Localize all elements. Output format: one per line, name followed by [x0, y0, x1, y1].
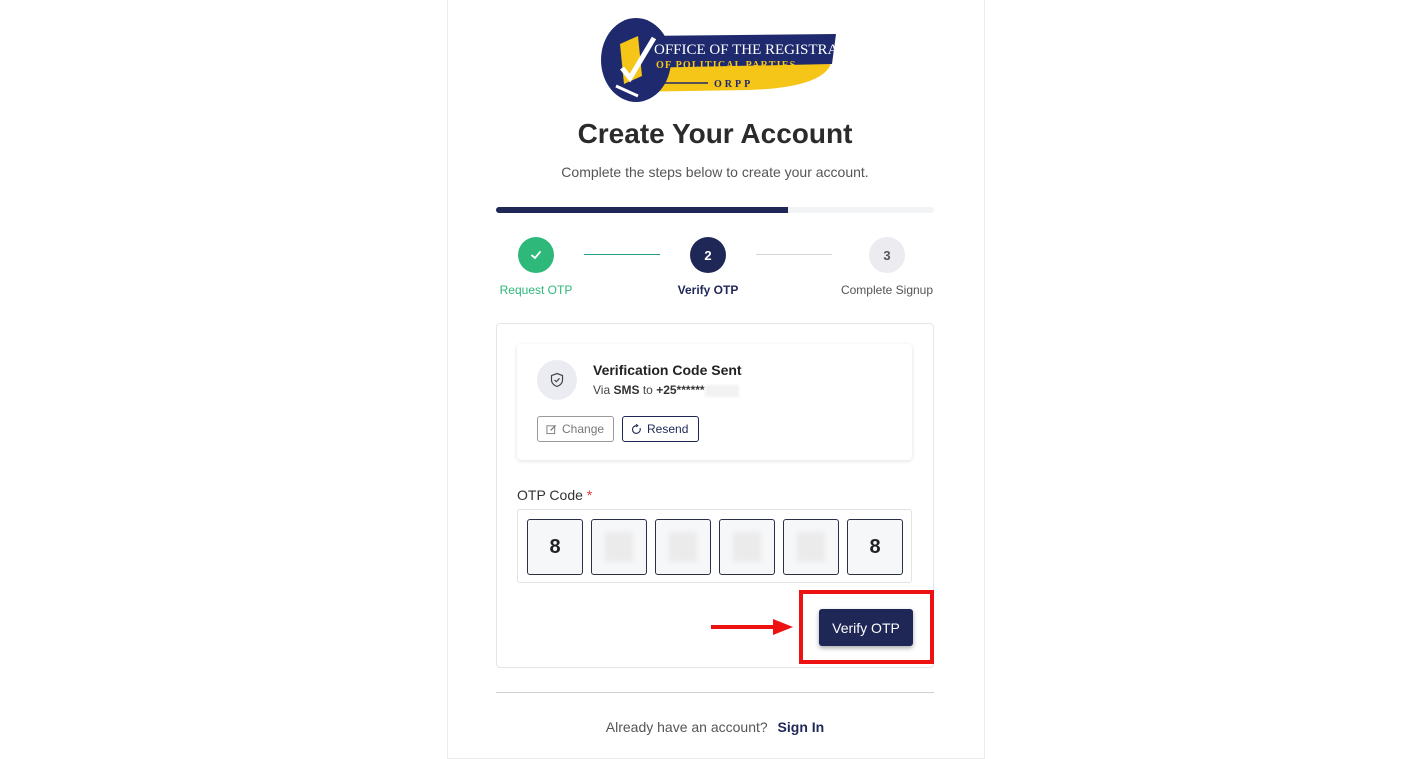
otp-digit-redacted: [669, 532, 697, 562]
sms-method: SMS: [613, 383, 640, 397]
footer-prompt: Already have an account?: [605, 719, 768, 735]
via-prefix: Via: [593, 383, 611, 397]
phone-number: +25******: [656, 383, 705, 397]
step-2-label: Verify OTP: [677, 283, 739, 297]
pointer-arrow-icon: [711, 619, 793, 635]
step-2-circle: 2: [690, 237, 726, 273]
required-asterisk: *: [586, 487, 593, 503]
page-subtitle: Complete the steps below to create your …: [561, 164, 869, 180]
otp-digit-redacted: [797, 532, 825, 562]
refresh-icon: [631, 423, 641, 434]
verification-subtitle: Via SMS to +25******: [593, 383, 739, 397]
otp-digit-1[interactable]: 8: [527, 519, 583, 575]
step-1-circle: [518, 237, 554, 273]
sign-in-link[interactable]: Sign In: [778, 719, 825, 735]
logo-line2: OF POLITICAL PARTIES: [656, 60, 796, 71]
shield-icon: [550, 372, 564, 388]
verification-title: Verification Code Sent: [593, 362, 742, 378]
orpp-logo: OFFICE OF THE REGISTRAR OF POLITICAL PAR…: [601, 18, 836, 102]
progress-bar: [496, 207, 934, 213]
logo-abbr: ORPP: [714, 79, 753, 90]
footer-divider: [496, 692, 934, 693]
resend-label: Resend: [647, 422, 689, 436]
otp-digit-redacted: [605, 532, 633, 562]
change-button[interactable]: Change: [537, 416, 614, 442]
otp-label-text: OTP Code: [517, 487, 583, 503]
edit-icon: [546, 424, 557, 434]
otp-digit-3[interactable]: [655, 519, 711, 575]
step-connector-2: [756, 254, 832, 255]
check-icon: [531, 251, 541, 260]
step-3-label: Complete Signup: [840, 283, 934, 297]
otp-label: OTP Code *: [517, 487, 592, 503]
otp-digit-5[interactable]: [783, 519, 839, 575]
footer: Already have an account? Sign In: [447, 719, 983, 735]
otp-digit-4[interactable]: [719, 519, 775, 575]
step-connector-1: [584, 254, 660, 255]
to-word: to: [642, 383, 653, 397]
logo-line1: OFFICE OF THE REGISTRAR: [654, 42, 836, 58]
resend-button[interactable]: Resend: [622, 416, 699, 442]
otp-digit-6[interactable]: 8: [847, 519, 903, 575]
step-3-circle: 3: [869, 237, 905, 273]
phone-redacted: [704, 384, 739, 397]
change-label: Change: [562, 422, 605, 436]
verify-otp-button[interactable]: Verify OTP: [819, 609, 913, 646]
page-title: Create Your Account: [577, 118, 853, 149]
step-1-label: Request OTP: [499, 283, 573, 297]
otp-digit-redacted: [733, 532, 761, 562]
otp-digit-2[interactable]: [591, 519, 647, 575]
shield-icon-wrap: [537, 360, 577, 400]
progress-fill: [496, 207, 789, 213]
